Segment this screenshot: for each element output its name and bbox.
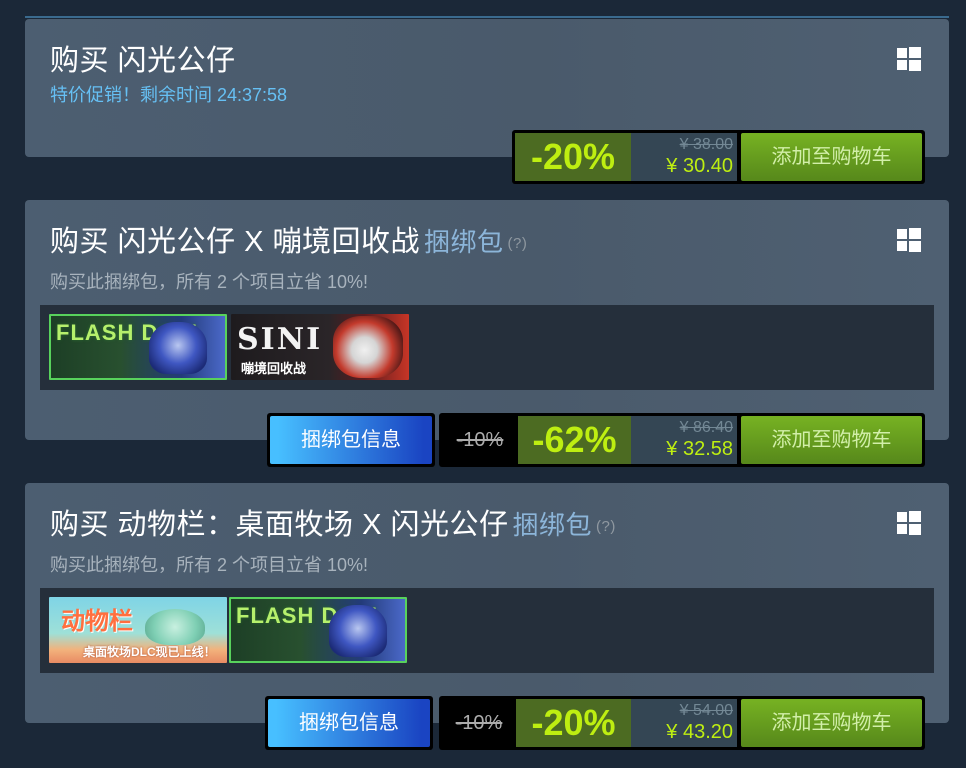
bundle-purchase-action: -10% -20% ¥ 54.00 ¥ 43.20 添加至购物车 bbox=[439, 696, 925, 750]
windows-icon bbox=[897, 228, 921, 252]
bundle-purchase-action: -10% -62% ¥ 86.40 ¥ 32.58 添加至购物车 bbox=[439, 413, 925, 467]
bundle-info-button-frame: 捆绑包信息 bbox=[265, 696, 433, 750]
help-icon[interactable]: (?) bbox=[508, 235, 528, 252]
thumbnail-subcaption: 嘣境回收战 bbox=[241, 361, 307, 376]
bundle-tag: 捆绑包 bbox=[512, 510, 593, 540]
bundle-info-button[interactable]: 捆绑包信息 bbox=[268, 699, 430, 747]
discount-percent: -20% bbox=[516, 699, 631, 747]
game-purchase-title: 购买 闪光公仔 bbox=[50, 45, 236, 77]
bundle-discount: -10% bbox=[442, 416, 518, 464]
character-art bbox=[145, 609, 205, 645]
final-price: ¥ 30.40 bbox=[666, 155, 733, 177]
thumbnail-caption: 动物栏 bbox=[61, 608, 133, 635]
bundle-info-button[interactable]: 捆绑包信息 bbox=[270, 416, 432, 464]
final-price: ¥ 43.20 bbox=[666, 721, 733, 743]
bundle-box: 购买 闪光公仔 X 嘣境回收战 捆绑包 (?) 购买此捆绑包，所有 2 个项目立省 … bbox=[25, 200, 949, 440]
add-to-cart-button[interactable]: 添加至购物车 bbox=[741, 133, 922, 181]
bundle-title: 购买 闪光公仔 X 嘣境回收战 捆绑包 (?) bbox=[50, 226, 528, 258]
help-icon[interactable]: (?) bbox=[596, 518, 616, 535]
price-block: ¥ 86.40 ¥ 32.58 bbox=[631, 416, 737, 464]
price-block: ¥ 38.00 ¥ 30.40 bbox=[631, 133, 737, 181]
bundle-item-thumbnail[interactable]: FLASH DOLL bbox=[229, 597, 407, 663]
bundle-box: 购买 动物栏：桌面牧场 X 闪光公仔 捆绑包 (?) 购买此捆绑包，所有 2 个项目… bbox=[25, 483, 949, 723]
discount-percent: -62% bbox=[518, 416, 631, 464]
bundle-discount: -10% bbox=[442, 699, 516, 747]
bundle-item-thumbnail[interactable]: 动物栏 桌面牧场DLC现已上线！ bbox=[49, 597, 227, 663]
bundle-description: 购买此捆绑包，所有 2 个项目立省 10%! bbox=[50, 555, 369, 575]
thumbnail-caption: SINI bbox=[237, 322, 323, 357]
bundle-tag: 捆绑包 bbox=[424, 227, 504, 257]
character-art bbox=[149, 322, 207, 374]
bundle-title: 购买 动物栏：桌面牧场 X 闪光公仔 捆绑包 (?) bbox=[50, 509, 616, 541]
bundle-info-button-frame: 捆绑包信息 bbox=[267, 413, 435, 467]
thumbnail-subcaption: 桌面牧场DLC现已上线！ bbox=[83, 645, 216, 659]
original-price: ¥ 54.00 bbox=[679, 702, 733, 719]
character-art bbox=[333, 316, 403, 378]
top-divider bbox=[25, 16, 949, 18]
character-art bbox=[329, 605, 387, 657]
bundle-items-strip: 动物栏 桌面牧场DLC现已上线！ FLASH DOLL bbox=[40, 588, 934, 673]
bundle-items-strip: FLASH DOLL SINI 嘣境回收战 bbox=[40, 305, 934, 390]
final-price: ¥ 32.58 bbox=[666, 438, 733, 460]
game-purchase-action: -20% ¥ 38.00 ¥ 30.40 添加至购物车 bbox=[512, 130, 925, 184]
add-to-cart-button[interactable]: 添加至购物车 bbox=[741, 416, 922, 464]
windows-icon bbox=[897, 511, 921, 535]
add-to-cart-button[interactable]: 添加至购物车 bbox=[741, 699, 922, 747]
original-price: ¥ 38.00 bbox=[679, 136, 733, 153]
price-block: ¥ 54.00 ¥ 43.20 bbox=[631, 699, 737, 747]
sale-countdown: 特价促销！剩余时间 24:37:58 bbox=[50, 85, 288, 105]
windows-icon bbox=[897, 47, 921, 71]
discount-percent: -20% bbox=[515, 133, 631, 181]
bundle-item-thumbnail[interactable]: SINI 嘣境回收战 bbox=[231, 314, 409, 380]
bundle-item-thumbnail[interactable]: FLASH DOLL bbox=[49, 314, 227, 380]
bundle-description: 购买此捆绑包，所有 2 个项目立省 10%! bbox=[50, 272, 369, 292]
original-price: ¥ 86.40 bbox=[679, 419, 733, 436]
